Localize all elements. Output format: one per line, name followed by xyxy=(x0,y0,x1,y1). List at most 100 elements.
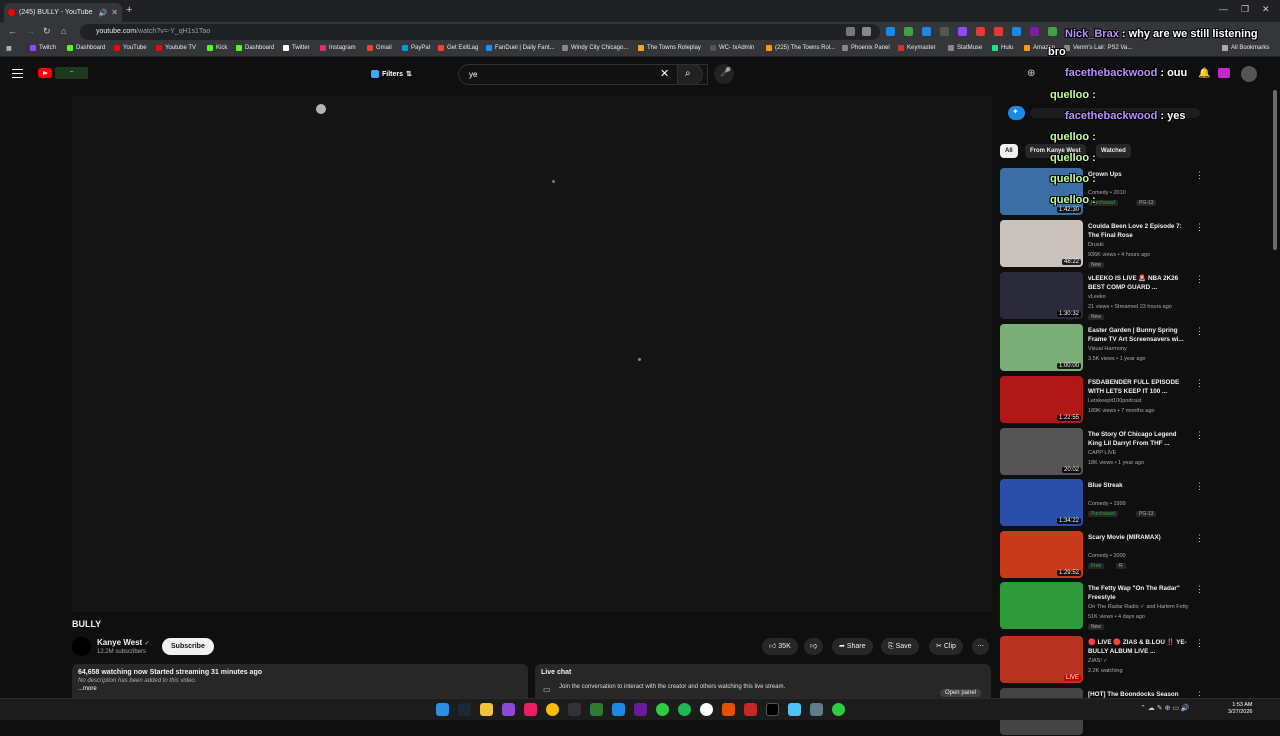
apps-icon[interactable]: ▦ xyxy=(6,45,12,52)
extension-icon[interactable] xyxy=(994,27,1003,36)
all-bookmarks[interactable]: All Bookmarks xyxy=(1222,45,1269,51)
scrollbar[interactable] xyxy=(1273,90,1277,250)
extension-icon[interactable] xyxy=(904,27,913,36)
extension-icon[interactable] xyxy=(886,27,895,36)
clear-search-icon[interactable]: ✕ xyxy=(660,67,669,80)
audio-icon[interactable]: 🔊 xyxy=(99,9,108,17)
bookmark[interactable]: Twitch xyxy=(30,45,56,51)
extension-icon[interactable] xyxy=(1048,27,1057,36)
video-thumbnail[interactable]: 1:00:00 xyxy=(1000,324,1083,371)
search-input[interactable]: ye xyxy=(458,64,708,85)
clip-button[interactable]: ✂ Clip xyxy=(929,638,963,655)
video-thumbnail[interactable]: 1:34:22 xyxy=(1000,479,1083,526)
extension-icon[interactable] xyxy=(1030,27,1039,36)
app-icon[interactable] xyxy=(744,703,757,716)
recommendation-title[interactable]: 🔴 LIVE 🔴 ZIAS & B.LOU ‼️ YE- BULLY ALBUM… xyxy=(1088,638,1188,656)
video-player[interactable] xyxy=(72,96,992,612)
recommendation-title[interactable]: Easter Garden | Bunny Spring Frame TV Ar… xyxy=(1088,326,1188,344)
video-thumbnail[interactable]: 1:22:55 xyxy=(1000,376,1083,423)
more-options-icon[interactable]: ⋮ xyxy=(1195,638,1204,649)
recommendation-title[interactable]: Scary Movie (MIRAMAX) xyxy=(1088,533,1188,542)
close-window-icon[interactable]: ✕ xyxy=(1262,4,1270,15)
start-icon[interactable] xyxy=(436,703,449,716)
system-clock[interactable]: 1:53 AM 3/27/2026 xyxy=(1228,702,1252,716)
doodle-logo[interactable]: ~ xyxy=(55,67,88,79)
app-icon[interactable] xyxy=(788,703,801,716)
forward-icon[interactable]: → xyxy=(26,26,35,36)
recommendation-card[interactable]: LIVE 🔴 LIVE 🔴 ZIAS & B.LOU ‼️ YE- BULLY A… xyxy=(1000,636,1204,684)
browser-tab[interactable]: (245) BULLY - YouTube 🔊 ✕ xyxy=(4,3,122,22)
app-icon[interactable] xyxy=(722,703,735,716)
video-thumbnail[interactable]: 48:22 xyxy=(1000,220,1083,267)
account-avatar[interactable] xyxy=(1241,66,1257,82)
recommendation-title[interactable]: FSDABENDER FULL EPISODE WITH LETS KEEP I… xyxy=(1088,378,1188,396)
chrome-icon[interactable] xyxy=(546,703,559,716)
tab-close-icon[interactable]: ✕ xyxy=(111,8,118,17)
chip-watched[interactable]: Watched xyxy=(1096,144,1131,158)
extension-icon[interactable] xyxy=(958,27,967,36)
bookmark[interactable]: WC- txAdmin xyxy=(710,45,754,51)
more-options-icon[interactable]: ⋮ xyxy=(1195,430,1204,441)
steam-icon[interactable] xyxy=(458,703,471,716)
app-icon[interactable] xyxy=(634,703,647,716)
video-thumbnail[interactable]: 1:29:52 xyxy=(1000,531,1083,578)
more-options-icon[interactable]: ⋮ xyxy=(1195,481,1204,492)
ask-button[interactable]: ✦ xyxy=(1008,106,1025,120)
x-icon[interactable] xyxy=(766,703,779,716)
menu-icon[interactable] xyxy=(12,69,23,78)
app-icon[interactable] xyxy=(656,703,669,716)
address-bar[interactable]: youtube.com/watch?v=-Y_qH1s1Tao xyxy=(80,24,880,40)
create-icon[interactable]: ⊕ xyxy=(1027,68,1035,79)
video-thumbnail[interactable] xyxy=(1000,582,1083,629)
extension-icon[interactable] xyxy=(1012,27,1021,36)
subscribe-button[interactable]: Subscribe xyxy=(162,638,214,655)
bookmark[interactable]: Dashboard xyxy=(67,45,105,51)
more-link[interactable]: ...more xyxy=(78,686,522,692)
more-actions-button[interactable]: ⋯ xyxy=(972,638,989,655)
bookmark[interactable]: Venm's Lair: PS2 Va... xyxy=(1064,45,1132,51)
bookmark[interactable]: Instagram xyxy=(320,45,356,51)
youtube-logo-icon[interactable] xyxy=(38,68,52,78)
chip-all[interactable]: All xyxy=(1000,144,1018,158)
bookmark[interactable]: (225) The Towns Rol... xyxy=(766,45,835,51)
channel-name[interactable]: Kanye West ✓ xyxy=(97,638,149,647)
recommendation-card[interactable]: 1:00:00 Easter Garden | Bunny Spring Fram… xyxy=(1000,324,1204,372)
settings-icon[interactable] xyxy=(810,703,823,716)
bookmark[interactable]: Get ExitLag xyxy=(438,45,478,51)
bookmark[interactable]: YouTube xyxy=(114,45,147,51)
recommendation-title[interactable]: Blue Streak xyxy=(1088,481,1188,490)
app-icon[interactable] xyxy=(612,703,625,716)
bookmark[interactable]: Youtube TV xyxy=(156,45,196,51)
tray-icons[interactable]: ⌃ ☁ ✎ ⊕ ▭ 🔊 xyxy=(1140,704,1190,712)
search-button[interactable]: ⌕ xyxy=(677,64,703,85)
more-options-icon[interactable]: ⋮ xyxy=(1195,170,1204,181)
filters-button[interactable]: Filters ⇅ xyxy=(371,67,412,81)
open-panel-button[interactable]: Open panel xyxy=(939,689,981,697)
recommendation-card[interactable]: 1:29:52 Scary Movie (MIRAMAX) Comedy • 200… xyxy=(1000,531,1204,579)
minimize-icon[interactable]: — xyxy=(1219,4,1228,14)
more-options-icon[interactable]: ⋮ xyxy=(1195,326,1204,337)
more-options-icon[interactable]: ⋮ xyxy=(1195,378,1204,389)
recommendation-card[interactable]: 1:42:30 Grown Ups Comedy • 2010 Purchased PG… xyxy=(1000,168,1204,216)
bookmark-star-icon[interactable] xyxy=(862,27,871,36)
channel-avatar[interactable] xyxy=(72,637,91,656)
recommendation-title[interactable]: The Fetty Wap "On The Radar" Freestyle xyxy=(1088,584,1188,602)
bookmark[interactable]: The Towns Roleplay xyxy=(638,45,701,51)
voice-search-button[interactable]: 🎤 xyxy=(714,64,734,84)
bookmark[interactable]: Keymaster xyxy=(898,45,936,51)
recommendation-card[interactable]: 1:34:22 Blue Streak Comedy • 1999 Purchased… xyxy=(1000,479,1204,527)
file-explorer-icon[interactable] xyxy=(480,703,493,716)
app-icon[interactable] xyxy=(568,703,581,716)
recommendation-title[interactable]: Coulda Been Love 2 Episode 7: The Final … xyxy=(1088,222,1188,240)
more-options-icon[interactable]: ⋮ xyxy=(1195,533,1204,544)
extension-badge-icon[interactable] xyxy=(1218,68,1230,78)
dislike-button[interactable]: 👎︎ xyxy=(804,638,824,655)
bookmark[interactable]: Windy City Chicago... xyxy=(562,45,628,51)
more-options-icon[interactable]: ⋮ xyxy=(1195,584,1204,595)
recommendation-card[interactable]: 1:30:32 vLEEKO IS LIVE 🚨 NBA 2K26 BEST CO… xyxy=(1000,272,1204,320)
recommendation-title[interactable]: vLEEKO IS LIVE 🚨 NBA 2K26 BEST COMP GUAR… xyxy=(1088,274,1188,292)
video-thumbnail[interactable]: 1:30:32 xyxy=(1000,272,1083,319)
app-icon[interactable] xyxy=(832,703,845,716)
extension-icon[interactable] xyxy=(922,27,931,36)
extension-icon[interactable] xyxy=(940,27,949,36)
